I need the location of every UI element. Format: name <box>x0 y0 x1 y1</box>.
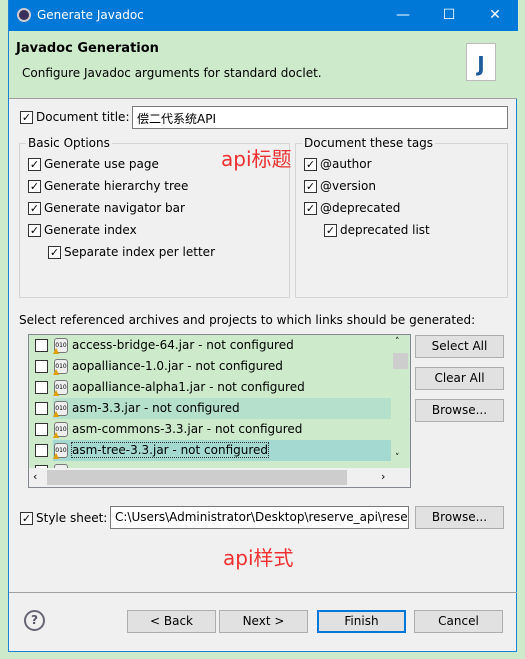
generate-hierarchy-checkbox[interactable]: ✓ <box>28 180 41 193</box>
list-item[interactable]: 010 ▲ asm-commons-3.3.jar - not configured <box>29 419 391 440</box>
page-subtitle: Configure Javadoc arguments for standard… <box>22 66 322 80</box>
deprecated-label: @deprecated <box>320 201 401 215</box>
item-label: aopalliance-alpha1.jar - not configured <box>72 380 305 394</box>
item-label: asm-tree-3.3.jar - not configured <box>70 442 270 458</box>
help-icon[interactable]: ? <box>24 610 45 631</box>
list-item[interactable]: 010 ▲ access-bridge-64.jar - not configure… <box>29 335 391 356</box>
annotation-api-title: api标题 <box>221 147 292 171</box>
item-label: aopalliance-1.0.jar - not configured <box>72 359 283 373</box>
style-sheet-label: Style sheet: <box>36 511 108 525</box>
scroll-left-icon[interactable]: ‹ <box>33 470 37 483</box>
scroll-down-icon[interactable]: ˅ <box>395 453 400 463</box>
version-checkbox[interactable]: ✓ <box>304 180 317 193</box>
item-label: asm-commons-3.3.jar - not configured <box>72 422 303 436</box>
item-checkbox[interactable] <box>35 402 48 415</box>
author-checkbox[interactable]: ✓ <box>304 158 317 171</box>
wizard-header: Javadoc Generation Configure Javadoc arg… <box>9 31 517 99</box>
separate-index-label: Separate index per letter <box>64 245 215 259</box>
warning-icon: ▲ <box>53 430 60 439</box>
generate-javadoc-dialog: Generate Javadoc — ☐ ✕ Javadoc Generatio… <box>8 0 518 652</box>
horizontal-scroll-thumb[interactable] <box>47 470 347 485</box>
document-title-input[interactable]: 偿二代系统API <box>132 106 508 129</box>
version-label: @version <box>320 179 376 193</box>
list-item[interactable]: 010 ▲ aopalliance-alpha1.jar - not configu… <box>29 377 391 398</box>
deprecated-list-label: deprecated list <box>340 223 430 237</box>
generate-index-label: Generate index <box>44 223 137 237</box>
eclipse-icon <box>17 8 31 22</box>
item-checkbox[interactable] <box>35 339 48 352</box>
style-sheet-checkbox[interactable]: ✓ <box>20 512 33 525</box>
item-checkbox[interactable] <box>35 381 48 394</box>
clear-all-button[interactable]: Clear All <box>415 367 504 390</box>
generate-index-checkbox[interactable]: ✓ <box>28 224 41 237</box>
item-label: access-bridge-64.jar - not configured <box>72 338 294 352</box>
warning-icon: ▲ <box>53 388 60 397</box>
vertical-scrollbar[interactable]: ˄ ˅ <box>391 335 410 468</box>
close-button[interactable]: ✕ <box>472 0 518 31</box>
archives-list[interactable]: 010 ▲ access-bridge-64.jar - not configure… <box>28 334 411 488</box>
document-title-label: Document title: <box>36 110 130 124</box>
cancel-button[interactable]: Cancel <box>414 610 503 633</box>
minimize-button[interactable]: — <box>380 0 426 31</box>
finish-button[interactable]: Finish <box>317 610 406 633</box>
list-item-selected[interactable]: 010 ▲ asm-tree-3.3.jar - not configured <box>29 440 391 461</box>
document-title-checkbox[interactable]: ✓ <box>20 111 33 124</box>
vertical-scroll-thumb[interactable] <box>393 353 408 369</box>
separate-index-checkbox[interactable]: ✓ <box>48 246 61 259</box>
list-item[interactable]: 010 ▲ asm-3.3.jar - not configured <box>29 398 391 419</box>
warning-icon: ▲ <box>53 367 60 376</box>
window-title: Generate Javadoc <box>37 8 144 22</box>
deprecated-list-checkbox[interactable]: ✓ <box>324 224 337 237</box>
maximize-button[interactable]: ☐ <box>426 0 472 31</box>
generate-use-page-checkbox[interactable]: ✓ <box>28 158 41 171</box>
generate-navigator-label: Generate navigator bar <box>44 201 185 215</box>
item-checkbox[interactable] <box>35 444 48 457</box>
scroll-up-icon[interactable]: ˄ <box>395 337 400 347</box>
item-checkbox[interactable] <box>35 360 48 373</box>
item-checkbox[interactable] <box>35 423 48 436</box>
item-label: asm-3.3.jar - not configured <box>72 401 240 415</box>
next-button[interactable]: Next > <box>219 610 308 633</box>
back-button[interactable]: < Back <box>127 610 216 633</box>
generate-hierarchy-label: Generate hierarchy tree <box>44 179 189 193</box>
warning-icon: ▲ <box>53 451 60 460</box>
scroll-right-icon[interactable]: › <box>381 470 385 483</box>
javadoc-wizard-icon: J <box>466 43 496 81</box>
style-sheet-browse-button[interactable]: Browse... <box>415 506 504 529</box>
archives-browse-button[interactable]: Browse... <box>415 399 504 422</box>
generate-navigator-checkbox[interactable]: ✓ <box>28 202 41 215</box>
horizontal-scrollbar[interactable]: ‹ › <box>29 468 410 487</box>
archives-label: Select referenced archives and projects … <box>19 313 476 327</box>
basic-options-title: Basic Options <box>26 136 112 150</box>
author-label: @author <box>320 157 372 171</box>
warning-icon: ▲ <box>53 346 60 355</box>
annotation-api-style: api样式 <box>223 546 294 570</box>
title-bar[interactable]: Generate Javadoc — ☐ ✕ <box>9 0 518 31</box>
generate-use-page-label: Generate use page <box>44 157 159 171</box>
style-sheet-input[interactable]: C:\Users\Administrator\Desktop\reserve_a… <box>110 506 409 529</box>
warning-icon: ▲ <box>53 409 60 418</box>
page-title: Javadoc Generation <box>16 41 159 56</box>
list-item[interactable]: 010 ▲ aopalliance-1.0.jar - not configured <box>29 356 391 377</box>
document-tags-title: Document these tags <box>302 136 436 150</box>
select-all-button[interactable]: Select All <box>415 335 504 358</box>
deprecated-checkbox[interactable]: ✓ <box>304 202 317 215</box>
footer-divider <box>9 592 517 593</box>
